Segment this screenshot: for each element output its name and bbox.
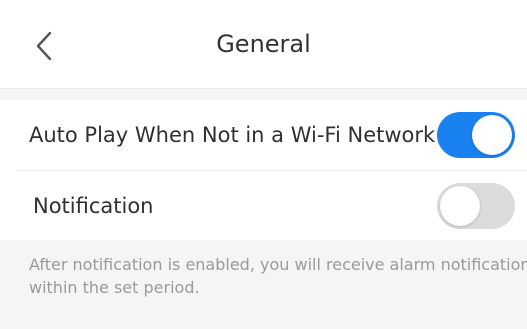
toggle-knob <box>472 115 512 155</box>
notification-help-text: After notification is enabled, you will … <box>29 253 527 299</box>
header-bar: General <box>0 0 527 89</box>
setting-row-notification[interactable]: Notification <box>16 170 527 240</box>
auto-play-toggle[interactable] <box>437 112 515 158</box>
toggle-knob <box>440 186 480 226</box>
page-title: General <box>216 30 311 58</box>
settings-list: Auto Play When Not in a Wi-Fi Network No… <box>0 100 527 240</box>
setting-label-auto-play: Auto Play When Not in a Wi-Fi Network <box>29 123 436 147</box>
notification-toggle[interactable] <box>437 183 515 229</box>
help-text-line: within the set period. <box>29 278 200 297</box>
setting-label-notification: Notification <box>33 194 154 218</box>
setting-row-auto-play[interactable]: Auto Play When Not in a Wi-Fi Network <box>0 100 527 170</box>
general-settings-screen: General Auto Play When Not in a Wi-Fi Ne… <box>0 0 527 329</box>
help-text-line: After notification is enabled, you will … <box>29 255 527 274</box>
